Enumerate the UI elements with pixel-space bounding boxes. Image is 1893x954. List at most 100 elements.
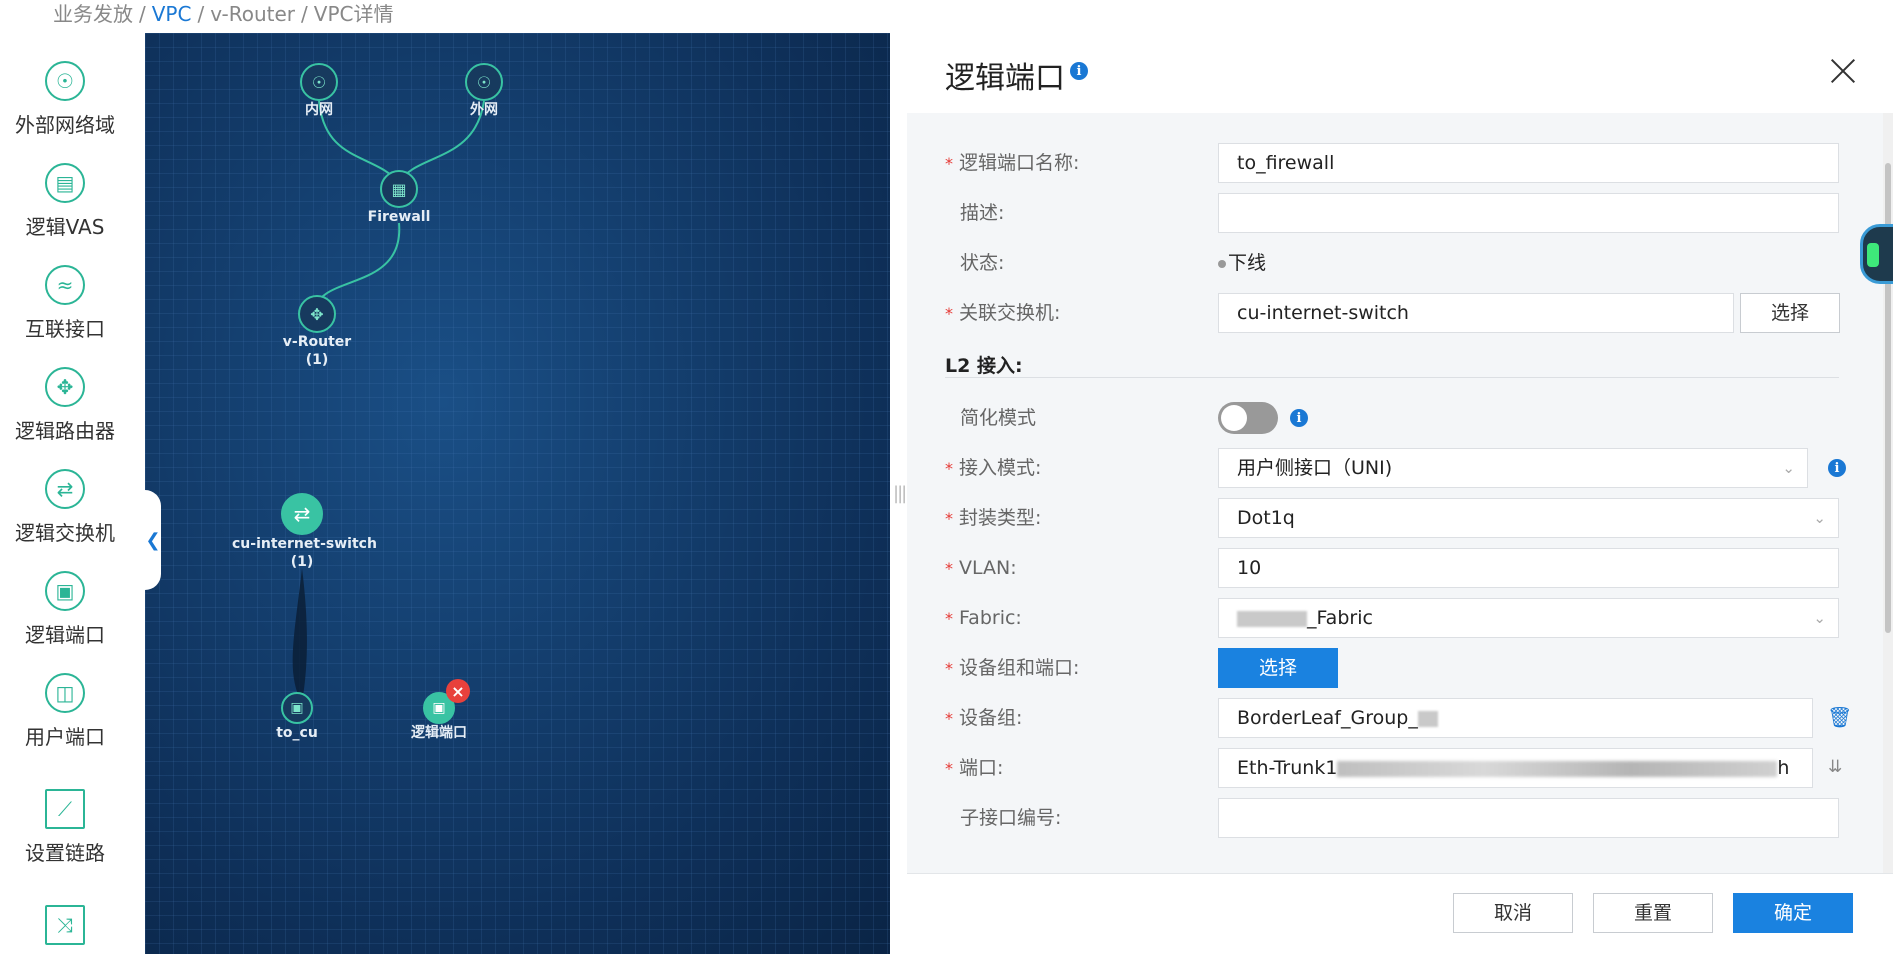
- required-marker: *: [945, 559, 953, 578]
- vas-icon: ▤: [45, 163, 85, 203]
- sidebar-item-logical-router[interactable]: ✥ 逻辑路由器: [0, 367, 130, 444]
- reset-button[interactable]: 重置: [1593, 893, 1713, 933]
- node-new-port[interactable]: ▣ 逻辑端口 ×: [399, 679, 479, 742]
- port-input[interactable]: Eth-Trunk1 h: [1218, 748, 1813, 788]
- globe-icon: ☉: [45, 61, 85, 101]
- select-value: 用户侧接口（UNI): [1237, 457, 1393, 479]
- confirm-button[interactable]: 确定: [1733, 893, 1853, 933]
- panel-header: 逻辑端口 i: [907, 33, 1893, 113]
- field-label: * 设备组和端口:: [945, 648, 1079, 689]
- breadcrumb-current: VPC详情: [313, 2, 394, 26]
- sidebar-item-user-port[interactable]: ◫ 用户端口: [0, 673, 130, 750]
- info-icon[interactable]: i: [1070, 62, 1088, 80]
- floating-assistant-icon[interactable]: [1860, 224, 1893, 284]
- field-label-text: 设备组:: [959, 707, 1023, 729]
- network-icon: ☉: [465, 63, 503, 101]
- select-device-button[interactable]: 选择: [1218, 648, 1338, 688]
- port-icon: ▣: [281, 692, 313, 724]
- node-label: 逻辑端口: [411, 725, 467, 741]
- node-extranet[interactable]: ☉ 外网: [462, 63, 506, 119]
- node-label: 外网: [470, 102, 498, 118]
- status-dot-icon: [1218, 259, 1226, 268]
- field-access-mode: * 接入模式: 用户侧接口（UNI) ⌄ i: [907, 448, 1883, 488]
- info-icon[interactable]: i: [1828, 459, 1846, 477]
- status-text: 下线: [1228, 252, 1267, 274]
- breadcrumb-vpc[interactable]: VPC: [152, 2, 192, 26]
- collapse-sidebar-button[interactable]: ❮: [145, 490, 161, 590]
- branch-icon: ⤨: [45, 905, 85, 945]
- close-icon[interactable]: [1825, 53, 1861, 89]
- description-input[interactable]: [1218, 193, 1839, 233]
- field-device-group: * 设备组: BorderLeaf_Group_ 🗑: [907, 698, 1883, 738]
- node-label: Firewall: [367, 209, 431, 225]
- fabric-select[interactable]: _Fabric ⌄: [1218, 598, 1839, 638]
- field-label: * 封装类型:: [945, 498, 1041, 539]
- trash-icon[interactable]: 🗑: [1827, 705, 1852, 729]
- sidebar: ☉ 外部网络域 ▤ 逻辑VAS ≈ 互联接口 ✥ 逻辑路由器 ⇄ 逻辑交换机 ▣…: [0, 33, 145, 954]
- panel-footer: 取消 重置 确定: [907, 873, 1893, 954]
- interconnect-icon: ≈: [45, 265, 85, 305]
- info-icon[interactable]: i: [1290, 409, 1308, 427]
- sidebar-item-label: 逻辑VAS: [25, 215, 105, 239]
- breadcrumb-root[interactable]: 业务发放: [53, 2, 133, 26]
- breadcrumb: 业务发放 / VPC / v-Router / VPC详情: [0, 0, 1893, 33]
- select-switch-button[interactable]: 选择: [1740, 293, 1840, 333]
- node-count: (1): [290, 554, 314, 570]
- field-label-text: 接入模式:: [959, 457, 1042, 479]
- expand-double-chevron-icon[interactable]: ⇊: [1828, 757, 1842, 777]
- status-value: 下线: [1218, 243, 1266, 283]
- subinterface-input[interactable]: [1218, 798, 1839, 838]
- section-l2-title: L2 接入:: [945, 355, 1023, 377]
- simple-mode-toggle[interactable]: [1218, 402, 1278, 434]
- node-firewall[interactable]: ▦ Firewall: [349, 170, 449, 226]
- access-mode-select[interactable]: 用户侧接口（UNI) ⌄: [1218, 448, 1808, 488]
- sidebar-item-logical-vas[interactable]: ▤ 逻辑VAS: [0, 163, 130, 240]
- node-label: cu-internet-switch: [232, 536, 377, 552]
- node-to-cu[interactable]: ▣ to_cu: [267, 692, 327, 742]
- field-label: * 关联交换机:: [945, 293, 1060, 334]
- field-description: 描述:: [907, 193, 1883, 233]
- assistant-indicator: [1867, 243, 1879, 267]
- node-intranet[interactable]: ☉ 内网: [297, 63, 341, 119]
- sidebar-item-external-network[interactable]: ☉ 外部网络域: [0, 61, 130, 138]
- panel-title: 逻辑端口: [945, 61, 1065, 96]
- required-marker: *: [945, 154, 953, 173]
- breadcrumb-router[interactable]: v-Router: [210, 2, 295, 26]
- input-value: h: [1777, 757, 1790, 779]
- sidebar-item-interconnect[interactable]: ≈ 互联接口: [0, 265, 130, 342]
- required-marker: *: [945, 759, 953, 778]
- switch-icon: ⇄: [281, 493, 323, 535]
- field-label: * 接入模式:: [945, 448, 1041, 489]
- node-label: 内网: [305, 102, 333, 118]
- node-switch[interactable]: ⇄ cu-internet-switch (1): [232, 493, 377, 571]
- chevron-down-icon: ⌄: [1782, 459, 1795, 477]
- sidebar-item-logical-port[interactable]: ▣ 逻辑端口: [0, 571, 130, 648]
- port-name-input[interactable]: to_firewall: [1218, 143, 1839, 183]
- sidebar-item-label: 用户端口: [25, 725, 105, 749]
- associated-switch-input[interactable]: cu-internet-switch: [1218, 293, 1734, 333]
- field-label-text: 逻辑端口名称:: [959, 152, 1080, 174]
- sidebar-item-label: 设置链路: [25, 841, 105, 865]
- router-icon: ✥: [45, 367, 85, 407]
- topology-canvas[interactable]: ☉ 内网 ☉ 外网 ▦ Firewall ✥ v-Router (1) ⇄ cu…: [145, 33, 890, 954]
- redacted-text: [1237, 610, 1307, 627]
- router-icon: ✥: [298, 295, 336, 333]
- cancel-button[interactable]: 取消: [1453, 893, 1573, 933]
- field-subinterface: 子接口编号:: [907, 798, 1883, 838]
- encap-type-select[interactable]: Dot1q ⌄: [1218, 498, 1839, 538]
- sidebar-item-set-link[interactable]: ⟋ 设置链路: [0, 789, 130, 866]
- field-encap-type: * 封装类型: Dot1q ⌄: [907, 498, 1883, 538]
- switch-icon: ⇄: [45, 469, 85, 509]
- resize-handle-icon[interactable]: |||: [893, 483, 907, 504]
- node-vrouter[interactable]: ✥ v-Router (1): [267, 295, 367, 369]
- sidebar-item-logical-switch[interactable]: ⇄ 逻辑交换机: [0, 469, 130, 546]
- breadcrumb-separator: /: [197, 2, 205, 26]
- field-associated-switch: * 关联交换机: cu-internet-switch 选择: [907, 293, 1883, 333]
- device-group-input[interactable]: BorderLeaf_Group_: [1218, 698, 1813, 738]
- required-marker: *: [945, 659, 953, 678]
- required-marker: *: [945, 459, 953, 478]
- sidebar-item-branch[interactable]: ⤨: [0, 905, 130, 945]
- delete-badge-icon[interactable]: ×: [446, 679, 470, 703]
- vlan-input[interactable]: 10: [1218, 548, 1839, 588]
- field-vlan: * VLAN: 10: [907, 548, 1883, 588]
